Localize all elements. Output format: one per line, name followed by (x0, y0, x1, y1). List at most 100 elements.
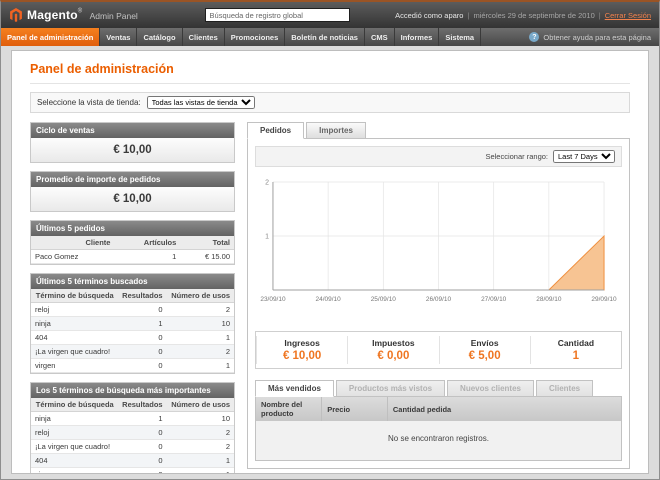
cell-results: 0 (118, 426, 167, 440)
cell-term: virge (31, 468, 118, 475)
tab-label: Productos más vistos (349, 384, 432, 393)
cell-results: 0 (118, 454, 167, 468)
nav-item[interactable]: Clientes (183, 28, 225, 46)
total-label: Impuestos (348, 338, 438, 348)
separator: | (599, 11, 601, 20)
total-label: Cantidad (531, 338, 621, 348)
table-row[interactable]: reloj 0 2 (31, 303, 234, 317)
bottom-tab[interactable]: Nuevos clientes (447, 380, 534, 397)
right-column: Pedidos Importes Seleccionar rango: Last… (247, 122, 630, 474)
logout-link[interactable]: Cerrar Sesión (605, 11, 651, 20)
average-orders-box: Promedio de importe de pedidos € 10,00 (30, 171, 235, 212)
svg-text:24/09/10: 24/09/10 (316, 296, 342, 303)
last-orders-title: Últimos 5 pedidos (31, 221, 234, 236)
app-window: Magento® Admin Panel Accedió como aparo … (0, 0, 660, 480)
help-link[interactable]: ? Obtener ayuda para esta página (521, 28, 659, 46)
logged-in-as: Accedió como aparo (395, 11, 463, 20)
table-row[interactable]: 404 0 1 (31, 331, 234, 345)
nav-item[interactable]: Promociones (225, 28, 286, 46)
total-label: Ingresos (257, 338, 347, 348)
nav-item[interactable]: Ventas (100, 28, 137, 46)
table-row[interactable]: ninja 1 10 (31, 412, 234, 426)
chart-tab[interactable]: Pedidos (247, 122, 304, 139)
nav-item-label: Sistema (445, 33, 474, 42)
nav-item[interactable]: CMS (365, 28, 395, 46)
cell-term: ninja (31, 412, 118, 426)
content-wrapper: Panel de administración Seleccione la vi… (11, 50, 649, 474)
help-icon: ? (529, 32, 539, 42)
column-header: Nombre del producto (256, 397, 322, 421)
total-cell: Impuestos € 0,00 (347, 336, 438, 364)
svg-text:1: 1 (265, 233, 269, 240)
column-header: Número de usos (167, 289, 234, 303)
table-row[interactable]: ninja 1 10 (31, 317, 234, 331)
cell-total: € 15.00 (180, 250, 234, 264)
nav-item[interactable]: Boletín de noticias (285, 28, 365, 46)
separator: | (467, 11, 469, 20)
cell-results: 1 (118, 412, 167, 426)
range-toolbar: Seleccionar rango: Last 7 Days (255, 146, 622, 167)
global-search (167, 8, 387, 22)
cell-uses: 1 (167, 454, 234, 468)
logo-name: Magento (27, 8, 78, 22)
nav-item[interactable]: Catálogo (137, 28, 182, 46)
cell-term: reloj (31, 303, 118, 317)
table-row[interactable]: 404 0 1 (31, 454, 234, 468)
table-row[interactable]: ¡La virgen que cuadro! 0 2 (31, 345, 234, 359)
store-view-bar: Seleccione la vista de tienda: Todas las… (30, 92, 630, 113)
column-header: Término de búsqueda (31, 289, 118, 303)
products-table-wrap: Nombre del productoPrecioCantidad pedida… (255, 396, 622, 461)
chart-tab[interactable]: Importes (306, 122, 366, 139)
nav-item-label: Catálogo (143, 33, 175, 42)
table-row[interactable]: virge 0 1 (31, 468, 234, 475)
cell-uses: 10 (167, 412, 234, 426)
nav-item[interactable]: Informes (395, 28, 440, 46)
cell-items: 1 (114, 250, 180, 264)
empty-message: No se encontraron registros. (256, 421, 621, 460)
svg-text:25/09/10: 25/09/10 (371, 296, 397, 303)
last-orders-table: ClienteArtículosTotal Paco Gomez 1 € 15.… (31, 236, 234, 264)
total-cell: Cantidad 1 (530, 336, 621, 364)
cell-results: 1 (118, 317, 167, 331)
total-value: € 10,00 (257, 350, 347, 362)
column-header: Cliente (31, 236, 114, 250)
cell-results: 0 (118, 440, 167, 454)
total-value: € 5,00 (440, 350, 530, 362)
logo-reg: ® (78, 9, 82, 15)
cell-results: 0 (118, 468, 167, 475)
cell-term: reloj (31, 426, 118, 440)
store-view-select[interactable]: Todas las vistas de tienda (147, 96, 255, 109)
nav-item[interactable]: Sistema (439, 28, 481, 46)
help-label: Obtener ayuda para esta página (543, 33, 651, 42)
lifetime-sales-box: Ciclo de ventas € 10,00 (30, 122, 235, 163)
nav-tabs: Panel de administración Ventas Catálogo … (1, 28, 481, 46)
table-row[interactable]: Paco Gomez 1 € 15.00 (31, 250, 234, 264)
cell-uses: 2 (167, 345, 234, 359)
lifetime-sales-title: Ciclo de ventas (31, 123, 234, 138)
magento-logo-icon (9, 8, 23, 22)
top-search-table: Término de búsquedaResultadosNúmero de u… (31, 398, 234, 474)
svg-text:27/09/10: 27/09/10 (481, 296, 507, 303)
column-header: Número de usos (167, 398, 234, 412)
column-header: Cantidad pedida (387, 397, 621, 421)
global-search-input[interactable] (205, 8, 350, 22)
bottom-tab[interactable]: Productos más vistos (336, 380, 445, 397)
table-row[interactable]: virgen 0 1 (31, 359, 234, 373)
last-search-title: Últimos 5 términos buscados (31, 274, 234, 289)
bottom-tab[interactable]: Más vendidos (255, 380, 334, 397)
nav-item[interactable]: Panel de administración (1, 28, 100, 46)
table-row[interactable]: ¡La virgen que cuadro! 0 2 (31, 440, 234, 454)
empty-row: No se encontraron registros. (256, 421, 621, 460)
bottom-tab[interactable]: Clientes (536, 380, 593, 397)
cell-customer: Paco Gomez (31, 250, 114, 264)
cell-term: virgen (31, 359, 118, 373)
column-header: Artículos (114, 236, 180, 250)
range-select[interactable]: Last 7 Days (553, 150, 615, 163)
cell-results: 0 (118, 359, 167, 373)
top-search-box: Los 5 términos de búsqueda más important… (30, 382, 235, 474)
nav-item-label: CMS (371, 33, 388, 42)
cell-term: ¡La virgen que cuadro! (31, 345, 118, 359)
total-value: € 0,00 (348, 350, 438, 362)
cell-results: 0 (118, 303, 167, 317)
table-row[interactable]: reloj 0 2 (31, 426, 234, 440)
